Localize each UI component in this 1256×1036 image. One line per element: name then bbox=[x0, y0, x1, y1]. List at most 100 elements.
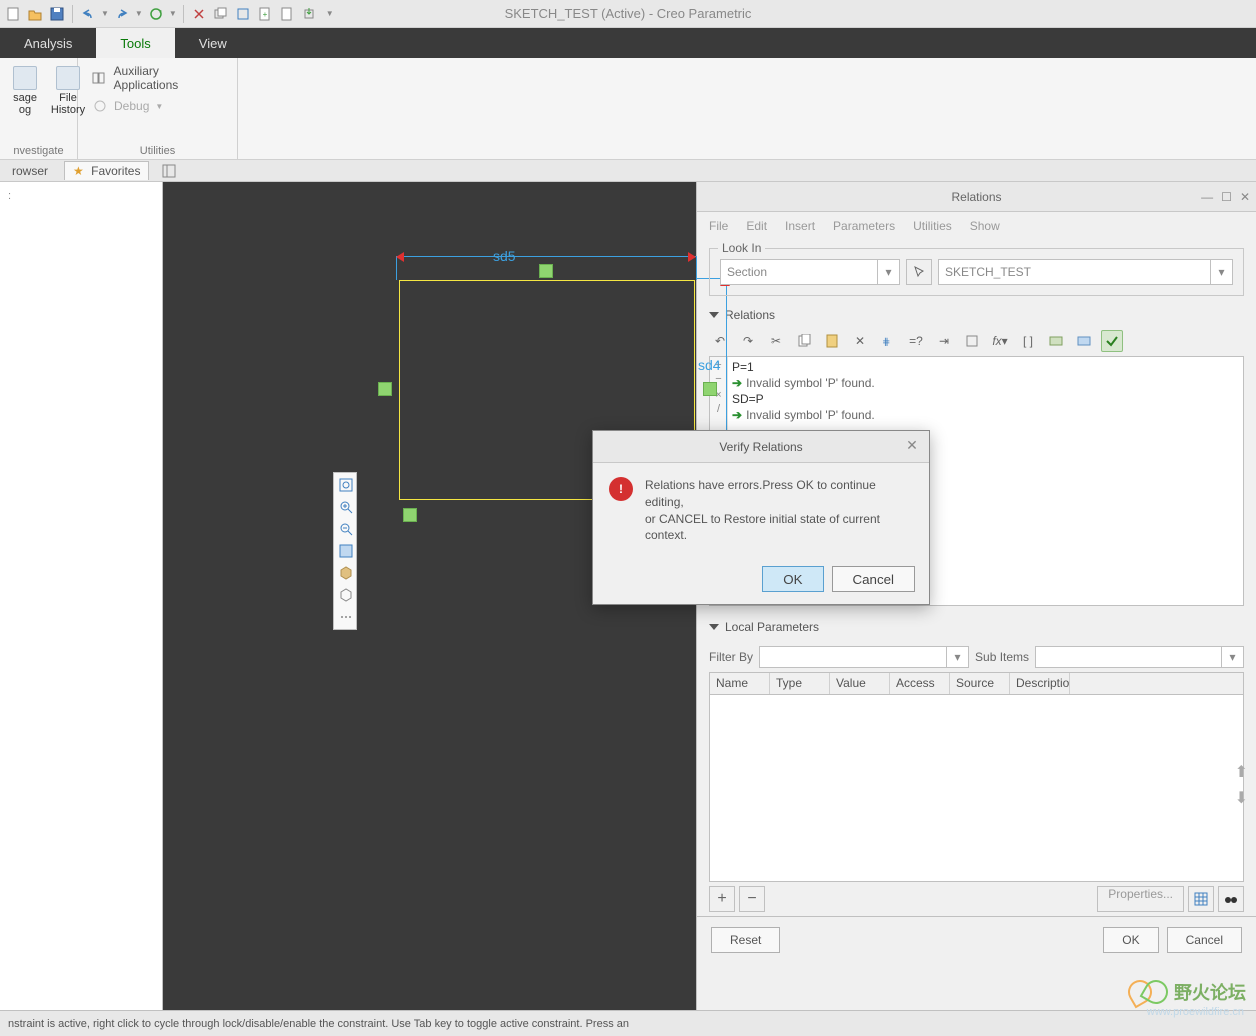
function-icon[interactable]: fx▾ bbox=[989, 330, 1011, 352]
lookin-name-value: SKETCH_TEST bbox=[945, 265, 1031, 279]
move-up-icon[interactable]: ⬆ bbox=[1235, 762, 1248, 782]
relations-section-header[interactable]: Relations bbox=[697, 304, 1256, 326]
table-view-icon[interactable] bbox=[1188, 886, 1214, 912]
repaint-icon[interactable] bbox=[336, 541, 356, 561]
more-views-icon[interactable] bbox=[336, 607, 356, 627]
constraint-tag[interactable] bbox=[539, 264, 553, 278]
maximize-icon[interactable]: ☐ bbox=[1221, 190, 1232, 204]
reorder-arrows: ⬆ ⬇ bbox=[1235, 762, 1248, 808]
col-description[interactable]: Descriptio bbox=[1010, 673, 1070, 694]
aux-apps-button[interactable]: Auxiliary Applications bbox=[88, 62, 227, 94]
message-log-button[interactable]: sage og bbox=[10, 62, 40, 120]
menu-show[interactable]: Show bbox=[970, 219, 1000, 233]
dialog-line1: Relations have errors.Press OK to contin… bbox=[645, 477, 913, 511]
dim-h-label[interactable]: sd5 bbox=[493, 248, 516, 264]
col-source[interactable]: Source bbox=[950, 673, 1010, 694]
ok-button[interactable]: OK bbox=[1103, 927, 1158, 953]
collapse-arrow-icon bbox=[709, 624, 719, 630]
col-name[interactable]: Name bbox=[710, 673, 770, 694]
export-icon[interactable] bbox=[300, 5, 318, 23]
windows-icon[interactable] bbox=[212, 5, 230, 23]
save-icon[interactable] bbox=[48, 5, 66, 23]
parameters-table[interactable]: Name Type Value Access Source Descriptio bbox=[709, 672, 1244, 882]
dialog-title-bar[interactable]: Verify Relations ✕ bbox=[593, 431, 929, 463]
pick-icon[interactable] bbox=[906, 259, 932, 285]
dim-v-label[interactable]: sd4 bbox=[698, 357, 721, 373]
saved-views-icon[interactable] bbox=[336, 585, 356, 605]
reset-button[interactable]: Reset bbox=[711, 927, 780, 953]
tab-view[interactable]: View bbox=[175, 28, 251, 58]
units-icon[interactable]: ⋕ bbox=[877, 330, 899, 352]
minimize-icon[interactable]: — bbox=[1201, 190, 1213, 204]
redo-icon[interactable] bbox=[113, 5, 131, 23]
brackets-icon[interactable]: [ ] bbox=[1017, 330, 1039, 352]
paste-icon[interactable] bbox=[821, 330, 843, 352]
browser-tab[interactable]: rowser bbox=[4, 162, 56, 180]
tab-analysis[interactable]: Analysis bbox=[0, 28, 96, 58]
add-param-button[interactable]: + bbox=[709, 886, 735, 912]
cut-icon[interactable]: ✂ bbox=[765, 330, 787, 352]
eval-icon[interactable] bbox=[1045, 330, 1067, 352]
panel-menu: File Edit Insert Parameters Utilities Sh… bbox=[697, 212, 1256, 240]
filter-row: Filter By ▾ Sub Items ▾ bbox=[697, 644, 1256, 670]
new-icon[interactable] bbox=[4, 5, 22, 23]
close-icon[interactable]: ✕ bbox=[903, 437, 921, 455]
display-style-icon[interactable] bbox=[336, 563, 356, 583]
copy-icon[interactable] bbox=[793, 330, 815, 352]
lookin-type-combo[interactable]: Section ▾ bbox=[720, 259, 900, 285]
menu-edit[interactable]: Edit bbox=[746, 219, 767, 233]
verify-icon[interactable] bbox=[1101, 330, 1123, 352]
dialog-ok-button[interactable]: OK bbox=[762, 566, 823, 592]
show-dim-icon[interactable] bbox=[1073, 330, 1095, 352]
debug-button[interactable]: Debug ▼ bbox=[88, 96, 227, 116]
undo-dropdown-icon[interactable]: ▼ bbox=[101, 9, 109, 18]
qat-dropdown-icon[interactable]: ▼ bbox=[326, 9, 334, 18]
regenerate-icon[interactable] bbox=[147, 5, 165, 23]
page-icon[interactable] bbox=[278, 5, 296, 23]
menu-insert[interactable]: Insert bbox=[785, 219, 815, 233]
move-down-icon[interactable]: ⬇ bbox=[1235, 788, 1248, 808]
dialog-cancel-button[interactable]: Cancel bbox=[832, 566, 916, 592]
new-doc-icon[interactable]: + bbox=[256, 5, 274, 23]
redo-dropdown-icon[interactable]: ▼ bbox=[135, 9, 143, 18]
panel-toggle-icon[interactable] bbox=[161, 163, 177, 179]
lookin-name-combo[interactable]: SKETCH_TEST ▾ bbox=[938, 259, 1233, 285]
favorites-tab[interactable]: ★ Favorites bbox=[64, 161, 149, 180]
filter-by-combo[interactable]: ▾ bbox=[759, 646, 969, 668]
constraint-tag[interactable] bbox=[378, 382, 392, 396]
tool-icon[interactable] bbox=[234, 5, 252, 23]
zoom-in-icon[interactable] bbox=[336, 497, 356, 517]
separator bbox=[183, 5, 184, 23]
binoculars-icon[interactable] bbox=[1218, 886, 1244, 912]
sub-items-combo[interactable]: ▾ bbox=[1035, 646, 1244, 668]
menu-utilities[interactable]: Utilities bbox=[913, 219, 952, 233]
constraint-tag[interactable] bbox=[403, 508, 417, 522]
undo-icon[interactable] bbox=[79, 5, 97, 23]
close-window-icon[interactable] bbox=[190, 5, 208, 23]
refit-icon[interactable] bbox=[336, 475, 356, 495]
col-type[interactable]: Type bbox=[770, 673, 830, 694]
cancel-button[interactable]: Cancel bbox=[1167, 927, 1242, 953]
provide-value-icon[interactable]: =? bbox=[905, 330, 927, 352]
zoom-out-icon[interactable] bbox=[336, 519, 356, 539]
constraint-tag[interactable] bbox=[703, 382, 717, 396]
debug-icon bbox=[92, 98, 108, 114]
find-icon[interactable] bbox=[961, 330, 983, 352]
sort-icon[interactable]: ⇥ bbox=[933, 330, 955, 352]
regen-dropdown-icon[interactable]: ▼ bbox=[169, 9, 177, 18]
col-access[interactable]: Access bbox=[890, 673, 950, 694]
menu-parameters[interactable]: Parameters bbox=[833, 219, 895, 233]
close-icon[interactable]: ✕ bbox=[1240, 190, 1250, 204]
utilities-group-label: Utilities bbox=[88, 143, 227, 157]
remove-param-button[interactable]: − bbox=[739, 886, 765, 912]
redo-icon[interactable]: ↷ bbox=[737, 330, 759, 352]
menu-file[interactable]: File bbox=[709, 219, 728, 233]
open-icon[interactable] bbox=[26, 5, 44, 23]
delete-icon[interactable]: ✕ bbox=[849, 330, 871, 352]
params-section-header[interactable]: Local Parameters bbox=[697, 616, 1256, 638]
debug-dropdown-icon: ▼ bbox=[155, 102, 163, 111]
tab-tools[interactable]: Tools bbox=[96, 28, 174, 58]
properties-button[interactable]: Properties... bbox=[1097, 886, 1184, 912]
col-value[interactable]: Value bbox=[830, 673, 890, 694]
tree-root[interactable]: : bbox=[8, 190, 154, 202]
